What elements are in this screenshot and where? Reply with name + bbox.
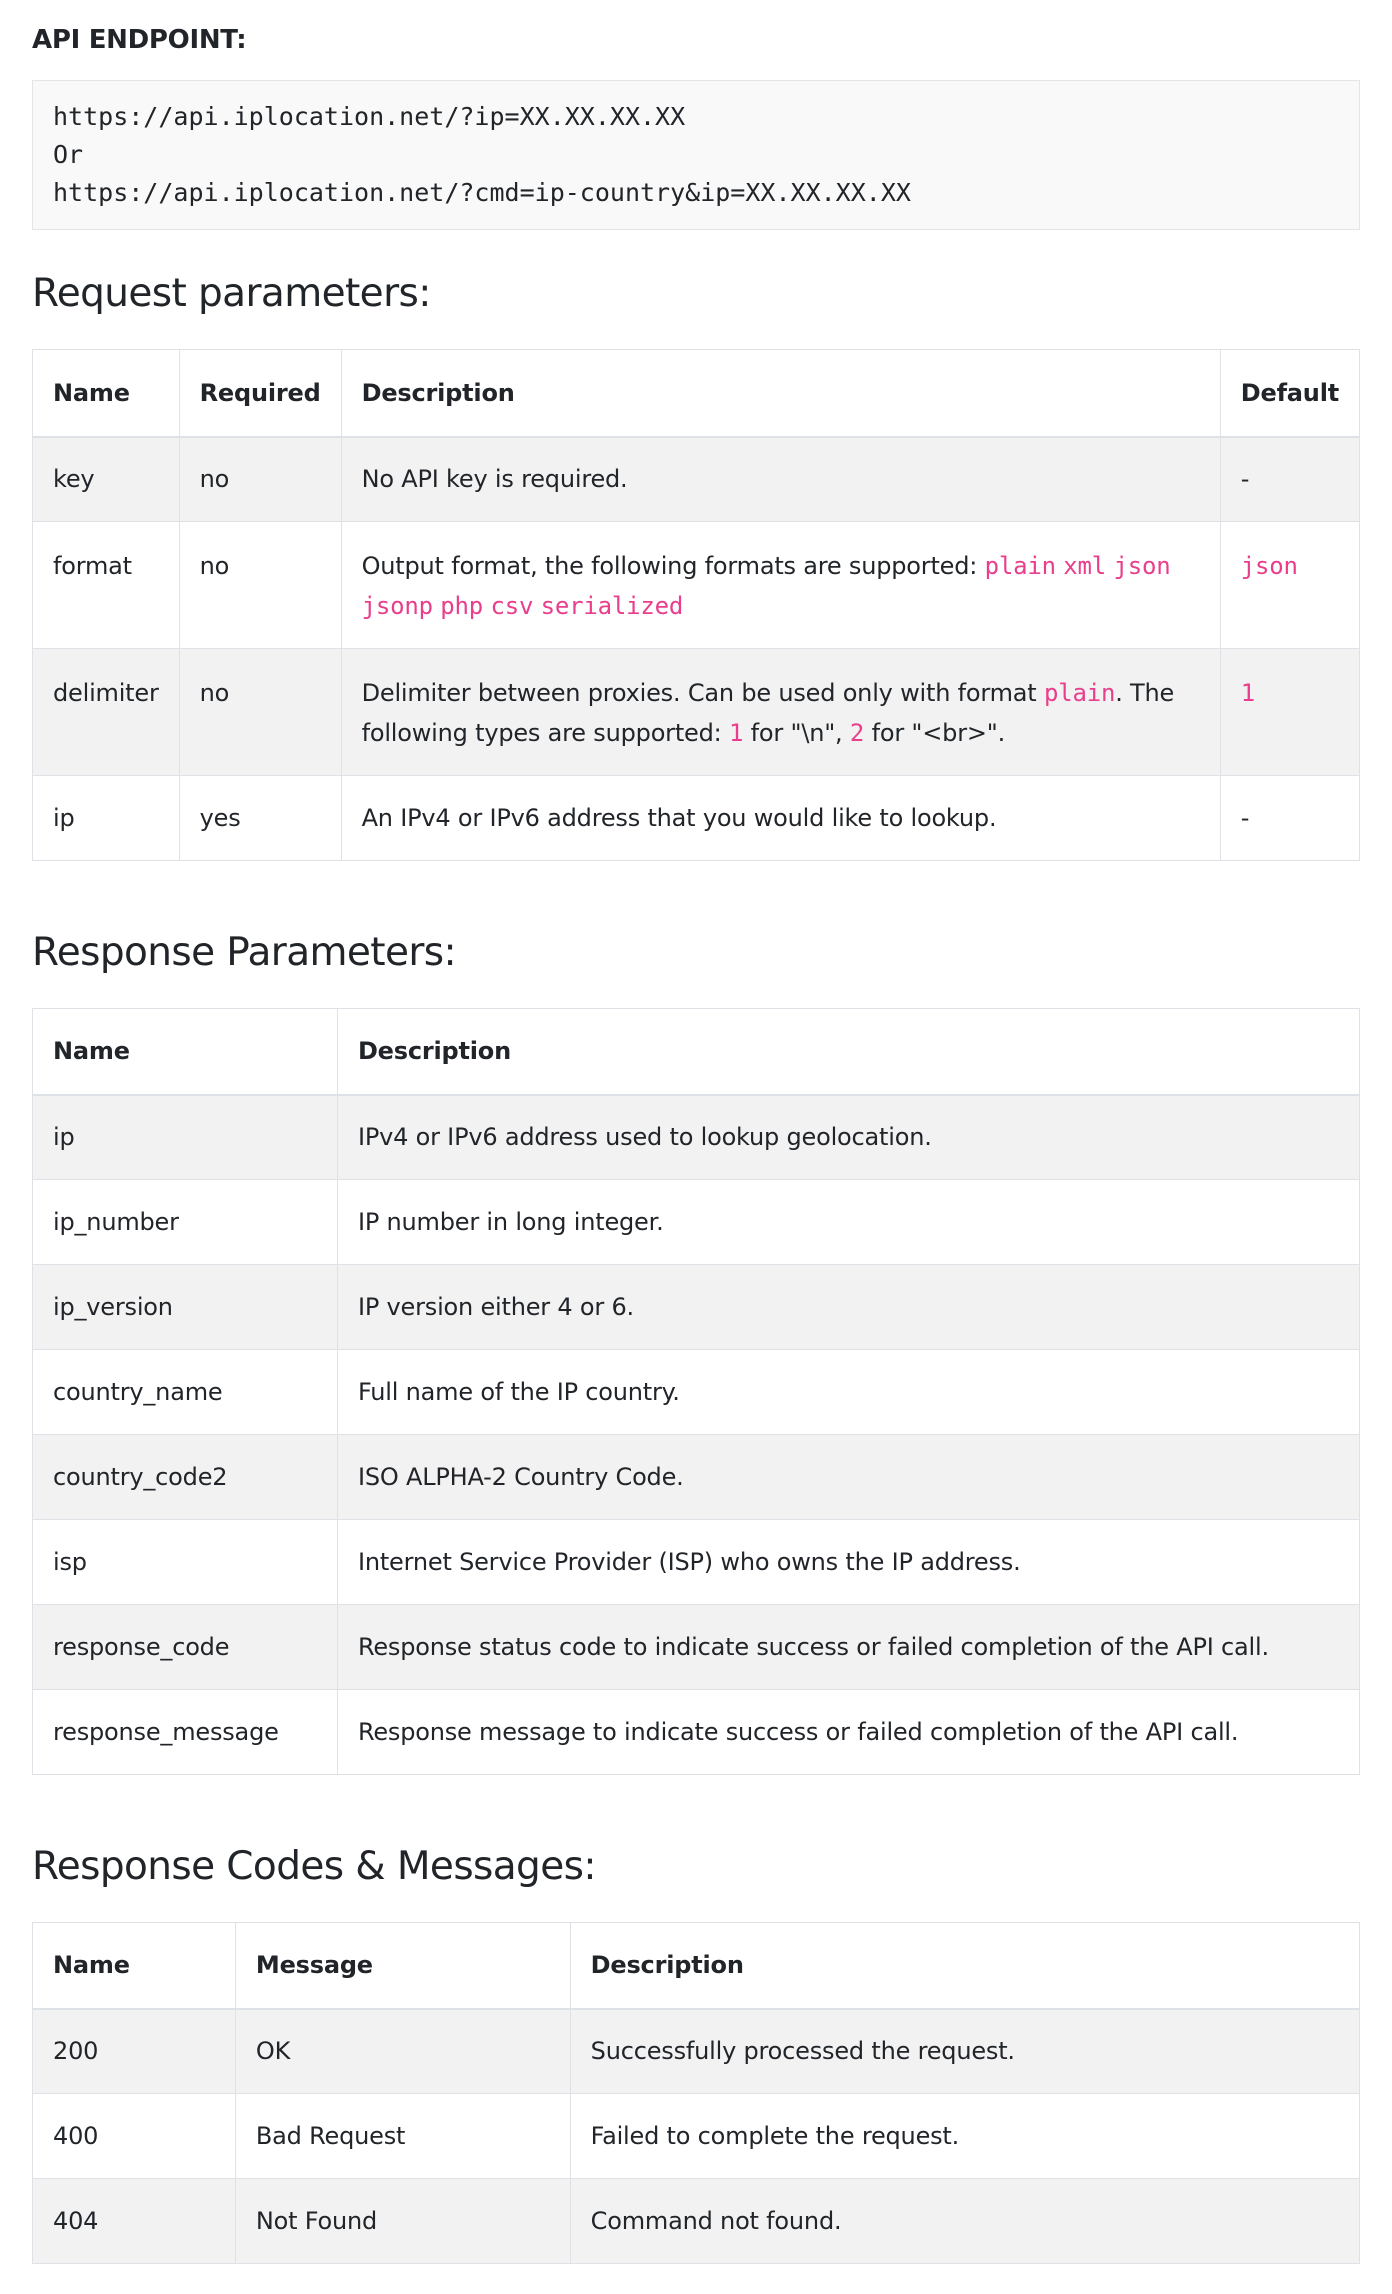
- param-default: -: [1219, 775, 1361, 861]
- table-row: country_name Full name of the IP country…: [32, 1349, 1361, 1435]
- response-field-name: response_message: [32, 1689, 338, 1775]
- param-default: -: [1219, 436, 1361, 522]
- response-field-name: country_code2: [32, 1434, 338, 1520]
- format-json: json: [1113, 552, 1171, 580]
- table-header-row: Name Message Description: [32, 1922, 1361, 2010]
- param-name: delimiter: [32, 648, 180, 776]
- response-field-description: IPv4 or IPv6 address used to lookup geol…: [336, 1094, 1361, 1180]
- endpoint-label: API ENDPOINT:: [32, 25, 247, 55]
- format-xml: xml: [1063, 552, 1107, 580]
- description-text: Output format, the following formats are…: [361, 552, 985, 580]
- status-description: Successfully processed the request.: [569, 2008, 1361, 2094]
- default-value: 1: [1240, 679, 1256, 707]
- param-description: An IPv4 or IPv6 address that you would l…: [340, 775, 1221, 861]
- table-row: key no No API key is required. -: [32, 436, 1361, 522]
- response-field-name: ip_version: [32, 1264, 338, 1350]
- response-field-description: IP number in long integer.: [336, 1179, 1361, 1265]
- column-header: Name: [32, 1008, 338, 1096]
- response-codes-title: Response Codes & Messages:: [32, 1844, 596, 1889]
- response-parameters-title: Response Parameters:: [32, 930, 457, 975]
- status-message: OK: [234, 2008, 571, 2094]
- param-required: no: [178, 648, 342, 776]
- endpoint-code-block: https://api.iplocation.net/?ip=XX.XX.XX.…: [32, 80, 1360, 230]
- default-value: json: [1240, 552, 1298, 580]
- response-field-description: Response message to indicate success or …: [336, 1689, 1361, 1775]
- response-parameters-table: Name Description ip IPv4 or IPv6 address…: [32, 1008, 1361, 1775]
- delimiter-value-2: 2: [849, 719, 865, 747]
- column-header: Default: [1219, 349, 1361, 438]
- description-text: Delimiter between proxies. Can be used o…: [361, 679, 1044, 707]
- table-row: country_code2 ISO ALPHA-2 Country Code.: [32, 1434, 1361, 1520]
- param-name: key: [32, 436, 180, 522]
- table-row: ip_version IP version either 4 or 6.: [32, 1264, 1361, 1350]
- param-description: No API key is required.: [340, 436, 1221, 522]
- status-code: 200: [32, 2008, 236, 2094]
- column-header: Name: [32, 1922, 236, 2010]
- status-code: 404: [32, 2178, 236, 2264]
- format-serialized: serialized: [540, 592, 684, 620]
- table-row: ip IPv4 or IPv6 address used to lookup g…: [32, 1094, 1361, 1180]
- table-row: format no Output format, the following f…: [32, 521, 1361, 649]
- delimiter-value-1: 1: [728, 719, 744, 747]
- format-csv: csv: [490, 592, 534, 620]
- table-row: delimiter no Delimiter between proxies. …: [32, 648, 1361, 776]
- column-header: Required: [178, 349, 342, 438]
- param-required: yes: [178, 775, 342, 861]
- response-field-description: ISO ALPHA-2 Country Code.: [336, 1434, 1361, 1520]
- endpoint-or-line: Or: [53, 140, 84, 169]
- format-jsonp: jsonp: [361, 592, 433, 620]
- response-field-description: IP version either 4 or 6.: [336, 1264, 1361, 1350]
- table-row: response_code Response status code to in…: [32, 1604, 1361, 1690]
- param-default: json: [1219, 521, 1361, 649]
- api-doc-page: API ENDPOINT: https://api.iplocation.net…: [0, 0, 1392, 2264]
- endpoint-url-line: https://api.iplocation.net/?cmd=ip-count…: [53, 178, 911, 207]
- format-php: php: [440, 592, 484, 620]
- format-plain: plain: [984, 552, 1056, 580]
- status-message: Bad Request: [234, 2093, 571, 2179]
- table-row: 400 Bad Request Failed to complete the r…: [32, 2093, 1361, 2179]
- response-field-description: Response status code to indicate success…: [336, 1604, 1361, 1690]
- endpoint-url-line: https://api.iplocation.net/?ip=XX.XX.XX.…: [53, 102, 686, 131]
- column-header: Description: [340, 349, 1221, 438]
- status-description: Command not found.: [569, 2178, 1361, 2264]
- table-row: ip_number IP number in long integer.: [32, 1179, 1361, 1265]
- format-plain: plain: [1043, 679, 1116, 707]
- table-header-row: Name Description: [32, 1008, 1361, 1096]
- status-code: 400: [32, 2093, 236, 2179]
- request-parameters-title: Request parameters:: [32, 271, 431, 316]
- description-text: for "\n",: [743, 719, 850, 747]
- request-parameters-table: Name Required Description Default key no…: [32, 349, 1361, 861]
- column-header: Description: [336, 1008, 1361, 1096]
- response-field-name: ip: [32, 1094, 338, 1180]
- param-name: format: [32, 521, 180, 649]
- response-codes-table: Name Message Description 200 OK Successf…: [32, 1922, 1361, 2264]
- response-field-name: country_name: [32, 1349, 338, 1435]
- response-field-name: ip_number: [32, 1179, 338, 1265]
- param-required: no: [178, 436, 342, 522]
- description-text: for "<br>".: [864, 719, 1006, 747]
- column-header: Name: [32, 349, 180, 438]
- table-row: isp Internet Service Provider (ISP) who …: [32, 1519, 1361, 1605]
- table-row: ip yes An IPv4 or IPv6 address that you …: [32, 775, 1361, 861]
- param-default: 1: [1219, 648, 1361, 776]
- status-description: Failed to complete the request.: [569, 2093, 1361, 2179]
- param-description: Delimiter between proxies. Can be used o…: [340, 648, 1221, 776]
- status-message: Not Found: [234, 2178, 571, 2264]
- column-header: Description: [569, 1922, 1361, 2010]
- param-name: ip: [32, 775, 180, 861]
- table-row: response_message Response message to ind…: [32, 1689, 1361, 1775]
- response-field-name: response_code: [32, 1604, 338, 1690]
- param-required: no: [178, 521, 342, 649]
- table-header-row: Name Required Description Default: [32, 349, 1361, 438]
- response-field-description: Internet Service Provider (ISP) who owns…: [336, 1519, 1361, 1605]
- table-row: 200 OK Successfully processed the reques…: [32, 2008, 1361, 2094]
- table-row: 404 Not Found Command not found.: [32, 2178, 1361, 2264]
- response-field-name: isp: [32, 1519, 338, 1605]
- response-field-description: Full name of the IP country.: [336, 1349, 1361, 1435]
- column-header: Message: [234, 1922, 571, 2010]
- param-description: Output format, the following formats are…: [340, 521, 1221, 649]
